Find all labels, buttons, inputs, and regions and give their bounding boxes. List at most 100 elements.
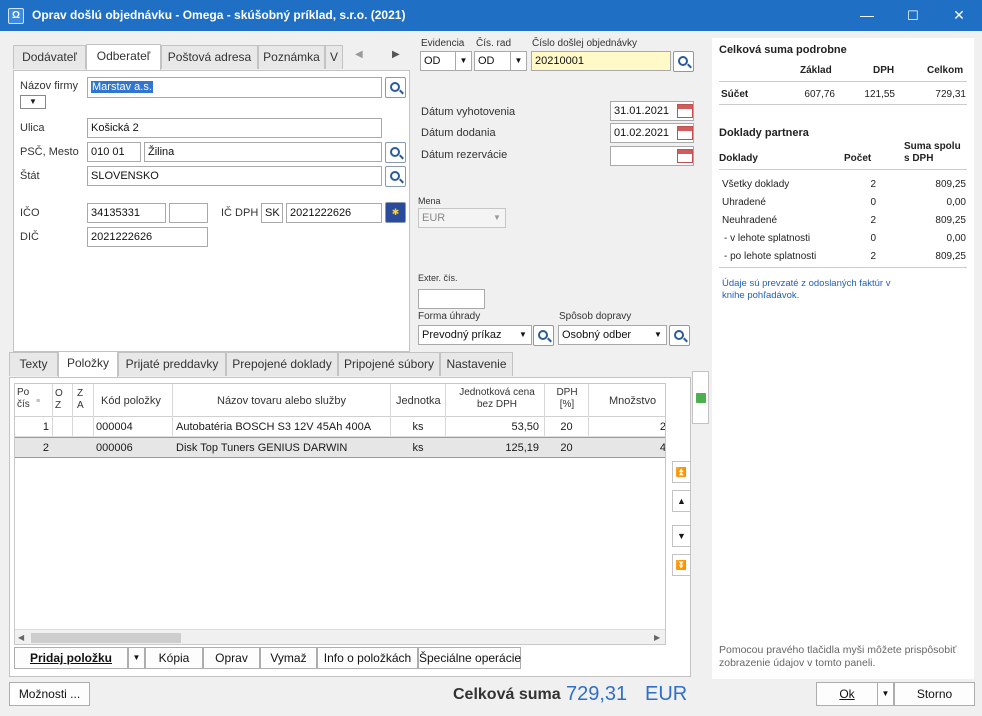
- cancel-button[interactable]: Storno: [894, 682, 975, 706]
- country-lookup-button[interactable]: [385, 166, 406, 187]
- reservation-label: Dátum rezervácie: [421, 149, 508, 161]
- add-item-dropdown-button[interactable]: ▼: [128, 647, 145, 669]
- icdph-input[interactable]: 2021222626: [286, 203, 382, 223]
- col-unit[interactable]: Jednotka: [396, 395, 441, 407]
- calendar-icon[interactable]: [677, 104, 693, 118]
- scroll-left-icon[interactable]: ◀: [18, 633, 24, 642]
- maximize-button[interactable]: ☐: [890, 0, 936, 31]
- move-top-icon[interactable]: ⏫: [672, 461, 691, 483]
- panel-toggle-button[interactable]: [692, 371, 709, 424]
- move-up-icon[interactable]: ▲: [672, 490, 691, 512]
- tab-prepojene-doklady[interactable]: Prepojené doklady: [226, 352, 338, 376]
- tab-pripojene-subory[interactable]: Pripojené súbory: [338, 352, 440, 376]
- city-lookup-button[interactable]: [385, 142, 406, 163]
- summary-total: 729,31: [935, 89, 966, 100]
- col-vat[interactable]: DPH [%]: [550, 387, 584, 411]
- city-input[interactable]: Žilina: [144, 142, 382, 162]
- calendar-icon[interactable]: [677, 149, 693, 163]
- row-code: 000006: [96, 442, 133, 454]
- row-unit: ks: [412, 442, 424, 454]
- docs-row-sum: 809,25: [935, 179, 966, 190]
- ok-button[interactable]: Ok: [816, 682, 878, 706]
- table-row[interactable]: 2 000006 Disk Top Tuners GENIUS DARWIN k…: [15, 437, 665, 458]
- docs-note-link[interactable]: Údaje sú prevzaté z odoslaných faktúr v …: [722, 278, 892, 302]
- scroll-right-icon[interactable]: ▶: [654, 633, 660, 642]
- tab-overflow[interactable]: V: [325, 45, 343, 69]
- chevron-down-icon: ▼: [519, 330, 527, 339]
- title-bar: Ω Oprav došlú objednávku - Omega - skúšo…: [0, 0, 982, 31]
- tab-nastavenie[interactable]: Nastavenie: [440, 352, 513, 376]
- horizontal-scrollbar[interactable]: ◀ ▶: [15, 629, 665, 644]
- order-no-input[interactable]: 20210001: [531, 51, 671, 71]
- dic-input[interactable]: 2021222626: [87, 227, 208, 247]
- street-input[interactable]: Košická 2: [87, 118, 382, 138]
- tab-poznamka[interactable]: Poznámka: [258, 45, 325, 69]
- row-unit: ks: [412, 421, 424, 433]
- tab-polozky[interactable]: Položky: [58, 351, 118, 377]
- copy-button[interactable]: Kópia: [145, 647, 203, 669]
- col-a[interactable]: A: [77, 400, 84, 411]
- tab-dodavatel[interactable]: Dodávateľ: [13, 45, 86, 69]
- exter-input[interactable]: [418, 289, 485, 309]
- zip-input[interactable]: 010 01: [87, 142, 141, 162]
- row-qty: 2,: [659, 421, 666, 433]
- special-operations-button[interactable]: Špeciálne operácie: [418, 647, 521, 669]
- table-row[interactable]: 1 000004 Autobatéria BOSCH S3 12V 45Ah 4…: [15, 417, 666, 437]
- col-z-sub: Z: [55, 400, 62, 411]
- col-code[interactable]: Kód položky: [101, 395, 161, 407]
- tab-odberatel[interactable]: Odberateľ: [86, 44, 161, 70]
- exter-label: Exter. čís.: [418, 273, 458, 283]
- options-button[interactable]: Možnosti ...: [9, 682, 90, 706]
- ico-extra-input[interactable]: [169, 203, 208, 223]
- add-item-button[interactable]: Pridaj položku: [14, 647, 128, 669]
- row-name: Disk Top Tuners GENIUS DARWIN: [176, 442, 348, 454]
- icdph-prefix-input[interactable]: SK: [261, 203, 283, 223]
- eu-vat-check-icon[interactable]: ✱: [385, 202, 406, 223]
- cisrad-select[interactable]: OD ▼: [474, 51, 527, 71]
- col-price[interactable]: Jednotková cena bez DPH: [451, 387, 543, 411]
- delete-item-button[interactable]: Vymaž: [260, 647, 317, 669]
- col-o[interactable]: O: [55, 388, 63, 399]
- tab-postova-adresa[interactable]: Poštová adresa: [161, 45, 258, 69]
- docs-row-count: 2: [870, 215, 876, 226]
- ico-input[interactable]: 34135331: [87, 203, 166, 223]
- ok-dropdown-button[interactable]: ▼: [877, 682, 894, 706]
- row-price: 125,19: [505, 442, 539, 454]
- chevron-down-icon: ▼: [493, 213, 501, 222]
- item-info-button[interactable]: Info o položkách: [317, 647, 418, 669]
- order-lookup-button[interactable]: [673, 51, 694, 72]
- edit-item-button[interactable]: Oprav: [203, 647, 260, 669]
- move-bottom-icon[interactable]: ⏬: [672, 554, 691, 576]
- docs-row-count: 0: [870, 197, 876, 208]
- tab-prijate-preddavky[interactable]: Prijaté preddavky: [118, 352, 226, 376]
- tab-scroll-right-icon[interactable]: ▶: [392, 49, 400, 60]
- currency-select[interactable]: EUR ▼: [418, 208, 506, 228]
- move-down-icon[interactable]: ▼: [672, 525, 691, 547]
- minimize-button[interactable]: —: [844, 0, 890, 31]
- col-name[interactable]: Názov tovaru alebo služby: [217, 395, 346, 407]
- row-price: 53,50: [511, 421, 539, 433]
- tab-scroll-left-icon[interactable]: ◀: [355, 49, 363, 60]
- firm-lookup-button[interactable]: [385, 77, 406, 98]
- firm-dropdown-button[interactable]: ▼: [20, 95, 46, 109]
- firm-input[interactable]: Marstav a.s.: [87, 77, 382, 98]
- close-button[interactable]: ✕: [936, 0, 982, 31]
- evidencia-select[interactable]: OD ▼: [420, 51, 472, 71]
- country-input[interactable]: SLOVENSKO: [87, 166, 382, 186]
- tab-texty[interactable]: Texty: [9, 352, 58, 376]
- col-z[interactable]: Z: [77, 388, 83, 399]
- currency-value: EUR: [422, 212, 446, 224]
- payment-select[interactable]: Prevodný príkaz ▼: [418, 325, 532, 345]
- col-qty[interactable]: Množstvo: [609, 395, 656, 407]
- row-vat: 20: [560, 442, 573, 454]
- shipping-label: Spôsob dopravy: [559, 311, 632, 322]
- shipping-lookup-button[interactable]: [669, 325, 690, 346]
- items-grid: Po čís ≡ O Z Z A Kód položky Názov tovar…: [14, 383, 666, 645]
- shipping-select[interactable]: Osobný odber ▼: [558, 325, 667, 345]
- payment-lookup-button[interactable]: [533, 325, 554, 346]
- evidencia-value: OD: [424, 55, 441, 67]
- street-label: Ulica: [20, 122, 45, 134]
- calendar-icon[interactable]: [677, 126, 693, 140]
- scrollbar-thumb[interactable]: [31, 633, 181, 643]
- docs-col-docs: Doklady: [719, 153, 758, 164]
